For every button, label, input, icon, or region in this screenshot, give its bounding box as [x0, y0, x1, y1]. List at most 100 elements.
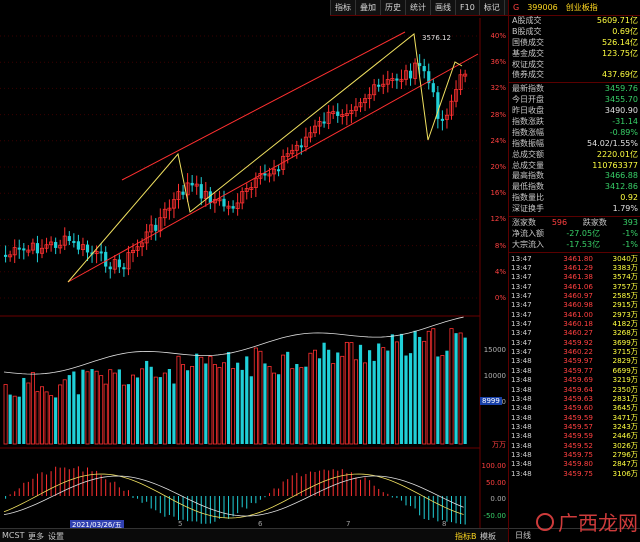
kv-value: 3455.70 — [604, 95, 638, 105]
kv-row: 指数涨跌 -31.14 — [509, 117, 640, 128]
security-code: 399006 — [527, 3, 558, 12]
tick-price: 3461.29 — [563, 263, 593, 273]
volume-bar — [277, 374, 281, 444]
kv-row: 权证成交 — [509, 60, 640, 71]
template-button[interactable]: 模板 — [480, 531, 496, 542]
volume-bar — [312, 349, 317, 445]
candle-body — [99, 251, 103, 254]
tick-time: 13:48 — [511, 421, 532, 431]
volume-bar — [17, 396, 21, 444]
kv-row: 指数振幅 54.02/1.55% — [509, 139, 640, 150]
tick-row: 13:47 3461.29 3383万 — [509, 263, 640, 272]
volume-bar — [221, 362, 226, 445]
tick-volume: 2915万 — [612, 300, 638, 310]
tick-price: 3459.97 — [563, 356, 593, 366]
divider — [509, 216, 640, 218]
kv-label: 权证成交 — [512, 59, 544, 69]
kline-chart-panel[interactable]: 3576.12 指标叠加历史统计画线F10标记-自选返回 40% 36% 32% 28… — [0, 0, 553, 542]
candle-body — [104, 251, 108, 267]
peak-label: 3576.12 — [422, 34, 451, 42]
kline-chart[interactable]: 3576.12 — [0, 0, 508, 542]
kv-value: 2220.01亿 — [596, 149, 638, 159]
volume-bar — [103, 383, 108, 445]
volume-bar — [26, 382, 31, 445]
indicator-b-button[interactable]: 指标B — [455, 531, 477, 542]
tick-volume: 2829万 — [612, 356, 638, 366]
tick-time: 13:47 — [511, 263, 532, 273]
tick-price: 3459.60 — [563, 403, 593, 413]
watermark-text: 广西龙网 — [558, 511, 638, 535]
down-count-label: 跌家数 — [582, 218, 607, 228]
more-button[interactable]: 更多 — [28, 531, 44, 542]
volume-bar — [40, 386, 45, 445]
percent-axis-label: 8% — [494, 241, 506, 250]
tick-volume: 3574万 — [612, 272, 638, 282]
tick-price: 3460.98 — [563, 300, 593, 310]
volume-axis-label: 10000 — [483, 372, 506, 380]
tick-row: 13:47 3461.80 3040万 — [509, 254, 640, 263]
toolbar-button[interactable]: 历史 — [380, 0, 405, 15]
toolbar-button[interactable]: F10 — [455, 0, 479, 15]
candle-body — [395, 78, 399, 81]
candle-body — [54, 241, 58, 248]
volume-bar — [190, 365, 195, 445]
quote-side-panel: G 399006 创业板指 A股成交 5609.71亿 B股成交 0.69亿 国债成交 5… — [508, 0, 640, 542]
tick-time: 13:48 — [511, 365, 532, 375]
volume-bar — [54, 397, 58, 444]
kv-label: 指数涨跌 — [512, 117, 544, 127]
kv-label: B股成交 — [512, 26, 542, 36]
volume-bar — [344, 341, 349, 445]
divider — [509, 251, 640, 253]
wave-line — [67, 33, 463, 283]
volume-bar — [126, 384, 131, 444]
volume-bar — [304, 366, 308, 444]
toolbar-button[interactable]: 标记 — [478, 0, 504, 15]
kv-row: 昨日收盘 3490.90 — [509, 106, 640, 117]
toolbar-button[interactable]: 统计 — [405, 0, 430, 15]
kv-value: 0.69亿 — [612, 26, 638, 36]
volume-bar — [62, 379, 67, 445]
volume-bar — [317, 358, 322, 444]
tick-time: 13:47 — [511, 272, 532, 282]
volume-bar — [231, 368, 236, 445]
volume-bar — [386, 350, 390, 444]
tick-volume: 2973万 — [612, 309, 638, 319]
tick-row: 13:48 3459.75 2796万 — [509, 450, 640, 459]
tick-price: 3460.27 — [563, 328, 593, 338]
fund-flow-row: 净流入额 -27.05亿 -1% — [509, 229, 640, 240]
kv-value: 5609.71亿 — [596, 16, 638, 25]
volume-bar — [226, 352, 231, 444]
volume-bar — [368, 350, 372, 444]
flow-label: 净流入额 — [512, 228, 544, 238]
toolbar-button[interactable]: 画线 — [430, 0, 455, 15]
toolbar-button[interactable]: 指标 — [330, 0, 355, 15]
tick-row: 13:48 3459.59 3471万 — [509, 413, 640, 422]
tick-time: 13:47 — [511, 337, 532, 347]
tick-price: 3460.97 — [563, 291, 593, 301]
volume-bar — [85, 371, 90, 445]
toolbar-button[interactable]: 叠加 — [355, 0, 380, 15]
percent-axis-label: 4% — [494, 267, 506, 276]
volume-bar — [67, 375, 71, 444]
chart-bottom-bar: MCST 更多 设置 指标B 模板 — [0, 528, 508, 542]
indicator-mcst-tab[interactable]: MCST — [2, 531, 24, 540]
kv-row: 今日开盘 3455.70 — [509, 95, 640, 106]
tick-volume: 6699万 — [612, 365, 638, 375]
volume-bar — [454, 333, 458, 444]
settings-button[interactable]: 设置 — [48, 531, 64, 542]
tick-volume: 3243万 — [612, 421, 638, 431]
period-tab-daily[interactable]: 日线 — [515, 530, 531, 541]
volume-bar — [212, 364, 217, 445]
volume-bar — [35, 391, 40, 445]
kv-label: A股成交 — [512, 16, 542, 25]
candle-body — [17, 247, 21, 250]
tick-volume: 3699万 — [612, 337, 638, 347]
volume-bar — [408, 353, 413, 444]
kv-value: 3459.76 — [604, 84, 638, 94]
tick-price: 3461.06 — [563, 281, 593, 291]
macd-axis-label: -50.00 — [483, 511, 506, 520]
volume-bar — [253, 347, 258, 445]
tick-list[interactable]: 13:47 3461.80 3040万 13:47 3461.29 3383万 13:47 3… — [509, 254, 640, 478]
tick-time: 13:48 — [511, 449, 532, 459]
kv-row: 最新指数 3459.76 — [509, 84, 640, 95]
